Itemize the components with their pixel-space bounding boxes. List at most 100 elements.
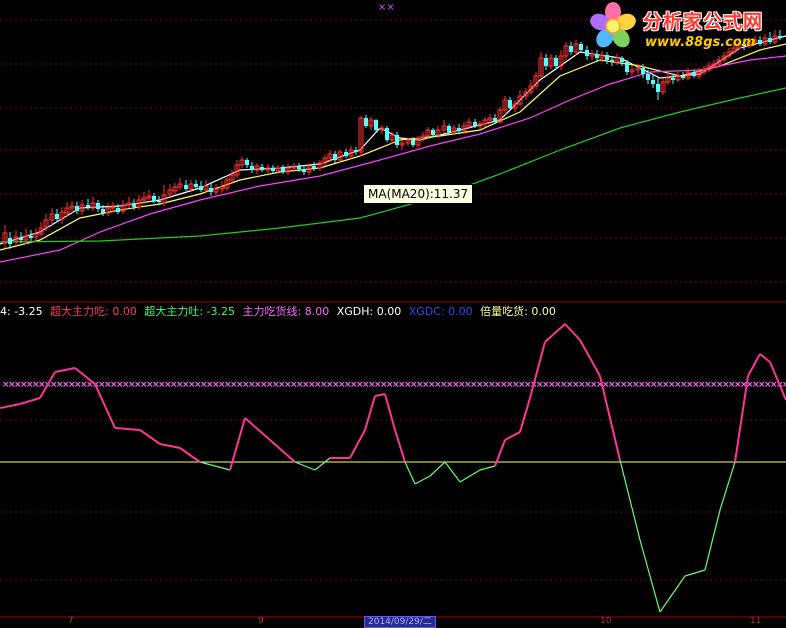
oscillator-segment — [179, 447, 201, 463]
top-marker: ×× — [378, 2, 395, 13]
candle-body-down — [344, 152, 348, 156]
oscillator-segment — [19, 397, 41, 405]
candle-body-down — [411, 140, 415, 145]
candle-body-down — [29, 236, 33, 238]
candle-body-down — [554, 58, 558, 66]
oscillator-segment — [394, 429, 406, 463]
candle-body-down — [199, 186, 203, 190]
candle-body-down — [431, 130, 435, 135]
x-tick-label: 7 — [68, 616, 74, 626]
candle-body-down — [245, 160, 249, 165]
candle-body-down — [297, 166, 301, 169]
candle-body-down — [364, 118, 368, 126]
legend-item-xgdh: XGDH: 0.00 — [336, 305, 402, 318]
oscillator-segment — [429, 461, 446, 477]
candle-body-down — [116, 208, 120, 212]
oscillator-segment — [314, 457, 331, 471]
logo-brand-text: 分析家公式网 — [643, 11, 764, 33]
logo-url-text: www.88gs.com — [645, 35, 756, 50]
candle-body-down — [385, 128, 389, 140]
candle-body-down — [281, 168, 285, 172]
ma-line-ma20 — [0, 87, 786, 243]
crosshair-date-label: 2014/09/29/二 — [364, 616, 436, 628]
candle-body-down — [152, 196, 156, 201]
oscillator-segment — [619, 459, 641, 541]
candle-body-down — [508, 100, 512, 108]
oscillator-segment — [349, 429, 366, 459]
candle-body-down — [8, 238, 12, 244]
oscillator-segment — [504, 431, 521, 441]
legend-item-xgdc: XGDC: 0.00 — [408, 305, 473, 318]
oscillator-segment — [374, 393, 386, 397]
oscillator-segment — [244, 417, 271, 441]
legend-item-main-buy-line: 主力吃货线: 8.00 — [242, 305, 330, 318]
legend-item-super-main-buy: 超大主力吃: 0.00 — [50, 305, 137, 318]
candle-body-down — [610, 60, 614, 62]
oscillator-segment — [139, 429, 161, 445]
candle-body-down — [671, 78, 675, 80]
candle-body-down — [395, 135, 399, 145]
oscillator-segment — [659, 575, 686, 613]
oscillator-segment — [364, 395, 376, 431]
candle-body-down — [646, 74, 650, 80]
indicator-legend: 4: -3.25 超大主力吃: 0.00 超大主力吐: -3.25 主力吃货线:… — [0, 305, 560, 319]
x-tick-label: 10 — [600, 616, 612, 626]
oscillator-segment — [159, 443, 181, 449]
legend-item-double-volume: 倍量吃货: 0.00 — [480, 305, 556, 318]
candle-body-down — [354, 150, 358, 152]
oscillator-segment — [459, 469, 481, 483]
x-tick-label: 11 — [750, 616, 762, 626]
oscillator-segment — [544, 323, 566, 343]
flower-logo-icon — [590, 2, 636, 48]
candle-body-down — [605, 55, 609, 60]
oscillator-segment — [384, 393, 396, 431]
site-logo: 分析家公式网 www.88gs.com — [585, 2, 785, 54]
candle-body-down — [333, 154, 337, 160]
candle-body-down — [651, 80, 655, 84]
candle-body-down — [569, 46, 573, 52]
oscillator-segment — [759, 353, 771, 363]
oscillator-segment — [199, 461, 231, 471]
oscillator-segment — [294, 461, 316, 471]
candle-body-down — [595, 54, 599, 58]
oscillator-segment — [719, 461, 736, 511]
candle-body-down — [101, 209, 105, 213]
candle-body-down — [473, 122, 477, 126]
candle-body-down — [75, 206, 79, 211]
candle-body-down — [692, 72, 696, 76]
candle-body-down — [625, 62, 629, 72]
candle-body-up — [110, 206, 116, 209]
oscillator-segment — [684, 569, 706, 577]
candle-body-down — [250, 166, 254, 170]
candle-body-down — [19, 238, 23, 240]
candle-body-down — [271, 168, 275, 171]
ma-line-ma30 — [0, 55, 786, 263]
candle-body-down — [544, 58, 548, 66]
ma20-tooltip: MA(MA20):11.37 — [363, 184, 474, 204]
candle-body-down — [260, 167, 264, 170]
legend-item-value: 4: -3.25 — [0, 305, 43, 318]
oscillator-segment — [0, 403, 21, 409]
oscillator-segment — [269, 439, 296, 463]
candle-body-down — [194, 184, 198, 187]
oscillator-segment — [704, 509, 721, 571]
oscillator-segment — [564, 323, 581, 341]
candle-body-down — [132, 203, 136, 207]
candle-body-down — [656, 84, 660, 92]
candle-body-down — [209, 188, 213, 192]
oscillator-segment — [414, 475, 431, 485]
legend-item-super-main-sell: 超大主力吐: -3.25 — [144, 305, 236, 318]
candle-body-down — [184, 185, 188, 189]
candle-body-down — [457, 128, 461, 131]
oscillator-segment — [444, 461, 461, 483]
oscillator-segment — [404, 461, 416, 485]
candle-body-down — [302, 169, 306, 172]
candle-body-down — [96, 203, 100, 209]
oscillator-segment — [639, 539, 661, 613]
oscillator-segment — [519, 397, 531, 433]
candle-body-down — [86, 205, 90, 207]
candle-body-down — [374, 120, 378, 130]
candle-body-down — [579, 44, 583, 50]
candle-body-down — [157, 201, 161, 202]
oscillator-segment — [579, 339, 601, 377]
